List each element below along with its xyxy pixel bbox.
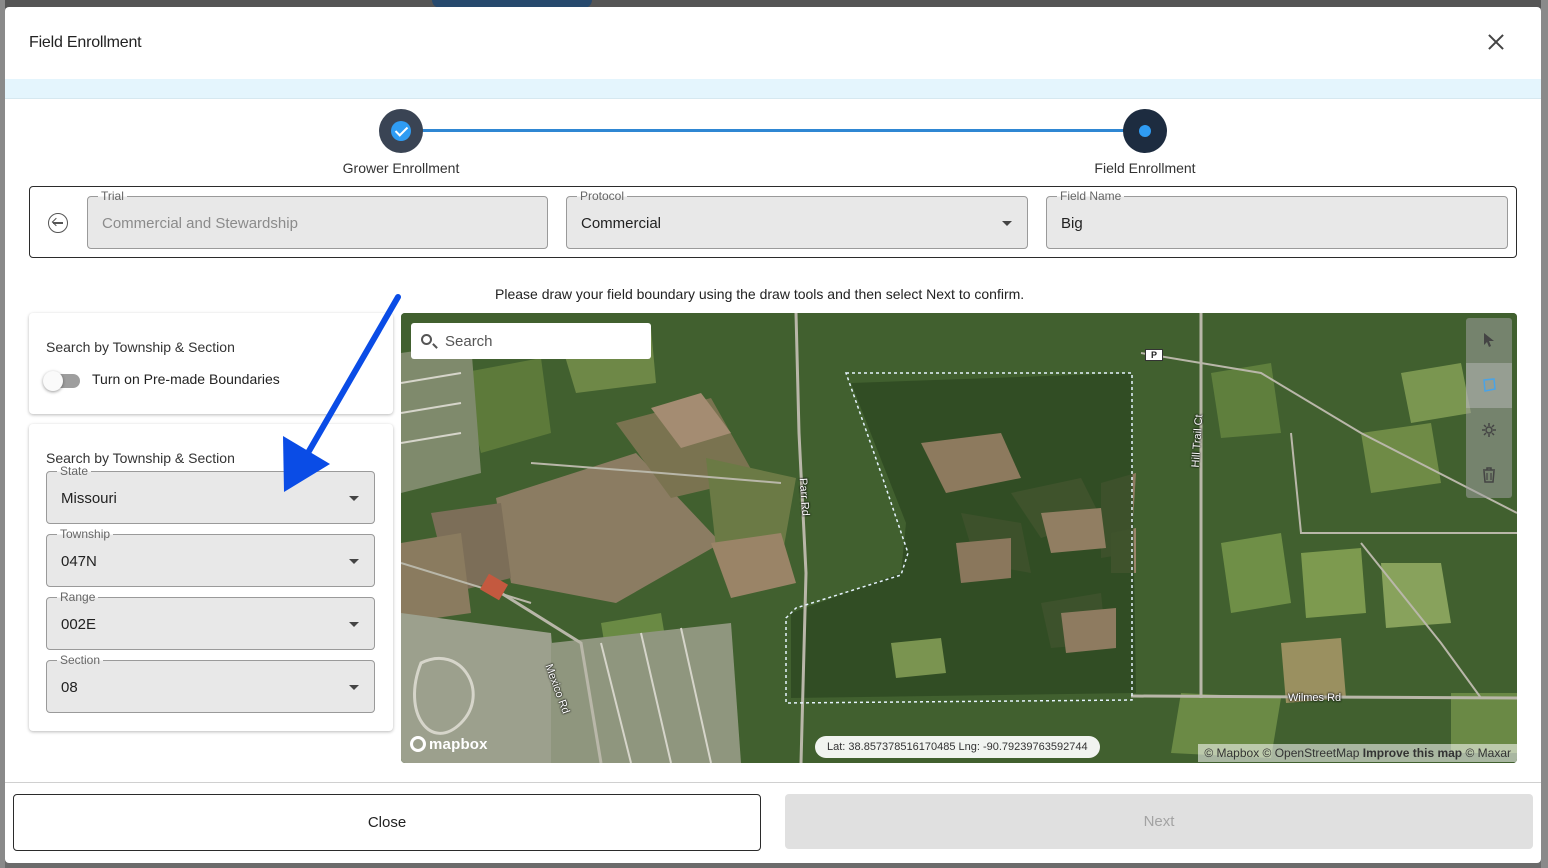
footer-divider — [5, 782, 1541, 783]
satellite-map[interactable]: P Parr Rd Hill Trail Ct Mexico Rd Wilmes… — [401, 313, 1517, 763]
chevron-down-icon — [349, 622, 359, 627]
stepper-connector — [422, 129, 1127, 132]
select-tool-button[interactable] — [1466, 318, 1512, 363]
section-value: 08 — [61, 679, 78, 696]
latlng-readout: Lat: 38.857378516170485 Lng: -90.7923976… — [815, 736, 1100, 758]
chevron-down-icon — [349, 559, 359, 564]
field-enrollment-modal: Field Enrollment Grower Enrollment Field… — [5, 7, 1541, 863]
gear-icon — [1482, 423, 1496, 437]
step-label-field: Field Enrollment — [1094, 160, 1196, 176]
settings-tool-button[interactable] — [1466, 408, 1512, 453]
state-label: State — [57, 464, 92, 478]
trial-value: Commercial and Stewardship — [102, 215, 298, 232]
township-label: Township — [57, 527, 114, 541]
chevron-down-icon — [349, 496, 359, 501]
cursor-icon — [1484, 333, 1494, 347]
parking-poi-icon: P — [1145, 349, 1163, 361]
field-name-label: Field Name — [1057, 189, 1125, 203]
polygon-icon — [1483, 378, 1496, 392]
road-label-parr: Parr Rd — [796, 477, 812, 517]
trash-icon — [1483, 467, 1495, 483]
background-right-edge — [1541, 0, 1548, 868]
field-name-value: Big — [1061, 215, 1083, 232]
state-value: Missouri — [61, 490, 117, 507]
mapbox-logo: mapbox — [410, 736, 488, 753]
mapbox-logo-icon — [410, 736, 426, 752]
modal-title: Field Enrollment — [29, 34, 142, 51]
township-select[interactable]: Township 047N — [46, 527, 375, 587]
map-search-placeholder: Search — [445, 333, 493, 350]
trial-field: Trial Commercial and Stewardship — [87, 189, 548, 249]
next-button[interactable]: Next — [785, 794, 1533, 849]
delete-tool-button[interactable] — [1466, 453, 1512, 498]
satellite-imagery — [401, 313, 1517, 763]
protocol-select[interactable]: Protocol Commercial — [566, 189, 1028, 249]
protocol-value: Commercial — [581, 215, 662, 232]
draw-instruction: Please draw your field boundary using th… — [495, 286, 1025, 302]
attribution-maxar-link[interactable]: © Maxar — [1465, 746, 1511, 760]
improve-map-link[interactable]: Improve this map — [1363, 746, 1462, 760]
active-step-dot-icon — [1139, 125, 1151, 137]
attribution-osm-link[interactable]: © OpenStreetMap — [1263, 746, 1360, 760]
polygon-tool-button[interactable] — [1466, 363, 1512, 408]
close-icon[interactable] — [1485, 31, 1507, 53]
chevron-down-icon — [1002, 221, 1012, 226]
protocol-label: Protocol — [577, 189, 628, 203]
enrollment-fields-card: Trial Commercial and Stewardship Protoco… — [29, 186, 1517, 258]
chevron-down-icon — [349, 685, 359, 690]
back-arrow-icon[interactable] — [48, 213, 68, 233]
toggle-label: Turn on Pre-made Boundaries — [92, 371, 280, 387]
search-icon — [421, 334, 432, 345]
trial-label: Trial — [98, 189, 127, 203]
close-button[interactable]: Close — [13, 794, 761, 851]
step-grower-enrollment[interactable] — [379, 109, 423, 153]
premade-boundaries-panel: Search by Township & Section Turn on Pre… — [29, 313, 393, 414]
field-name-input[interactable]: Field Name Big — [1046, 189, 1508, 249]
map-attribution: © Mapbox © OpenStreetMap Improve this ma… — [1198, 744, 1517, 762]
step-label-grower: Grower Enrollment — [342, 160, 460, 176]
step-field-enrollment[interactable] — [1123, 109, 1167, 153]
info-band — [5, 79, 1541, 99]
range-label: Range — [57, 590, 99, 604]
mapbox-logo-text: mapbox — [429, 736, 488, 753]
state-select[interactable]: State Missouri — [46, 464, 375, 524]
range-select[interactable]: Range 002E — [46, 590, 375, 650]
draw-toolbar — [1466, 318, 1512, 498]
check-icon — [391, 121, 411, 141]
township-value: 047N — [61, 553, 97, 570]
range-value: 002E — [61, 616, 97, 633]
township-search-panel: Search by Township & Section State Misso… — [29, 424, 393, 731]
road-label-wilmes: Wilmes Rd — [1288, 692, 1342, 704]
premade-boundaries-toggle[interactable] — [43, 371, 80, 391]
section-label: Section — [57, 653, 104, 667]
section-select[interactable]: Section 08 — [46, 653, 375, 713]
attribution-mapbox-link[interactable]: © Mapbox — [1204, 746, 1259, 760]
map-search-input[interactable]: Search — [411, 323, 651, 359]
panel-title: Search by Township & Section — [46, 339, 235, 355]
